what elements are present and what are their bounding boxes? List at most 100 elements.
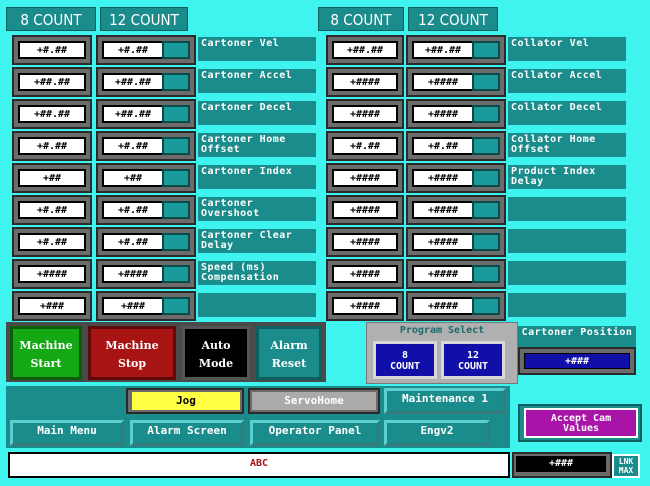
- left-row-5-select-square[interactable]: [162, 201, 190, 219]
- auto-mode-label-2: Mode: [198, 357, 234, 370]
- accept-cam-values-button[interactable]: Accept Cam Values: [524, 408, 638, 438]
- lnk-label: LNK: [618, 457, 634, 466]
- right-row-0-select-square[interactable]: [472, 41, 500, 59]
- left-row-0-select-square[interactable]: [162, 41, 190, 59]
- program-12-count-button[interactable]: 12 COUNT: [441, 341, 505, 379]
- left-row-7-12count-cell: +####: [96, 259, 196, 289]
- main-menu-button[interactable]: Main Menu: [10, 420, 124, 446]
- right-row-2-8count-input[interactable]: +####: [332, 105, 398, 123]
- left-row-3-12count-input[interactable]: +#.##: [102, 137, 164, 155]
- left-row-2-select-square[interactable]: [162, 105, 190, 123]
- machine-start-label-1: Machine: [19, 339, 73, 352]
- cartoner-position-value: +###: [524, 353, 630, 369]
- right-row-7-12count-input[interactable]: +####: [412, 265, 474, 283]
- right-row-4-12count-cell: +####: [406, 163, 506, 193]
- right-row-8-8count-cell: +####: [326, 291, 404, 321]
- left-row-5-8count-cell: +#.##: [12, 195, 92, 225]
- status-value: +###: [516, 456, 606, 472]
- right-row-8-8count-input[interactable]: +####: [332, 297, 398, 315]
- left-row-7-select-square[interactable]: [162, 265, 190, 283]
- right-row-6-label: [508, 229, 626, 253]
- left-row-7-12count-input[interactable]: +####: [102, 265, 164, 283]
- right-row-2-select-square[interactable]: [472, 105, 500, 123]
- right-row-3-12count-input[interactable]: +#.##: [412, 137, 474, 155]
- left-row-0-label: Cartoner Vel: [198, 37, 316, 61]
- right-row-3-12count-cell: +#.##: [406, 131, 506, 161]
- left-row-2-12count-input[interactable]: +##.##: [102, 105, 164, 123]
- header-right-12-count: 12 COUNT: [408, 7, 498, 31]
- maintenance-1-button[interactable]: Maintenance 1: [384, 388, 506, 414]
- right-row-1-12count-input[interactable]: +####: [412, 73, 474, 91]
- right-row-5-12count-input[interactable]: +####: [412, 201, 474, 219]
- right-row-4-12count-input[interactable]: +####: [412, 169, 474, 187]
- left-row-2-8count-input[interactable]: +##.##: [18, 105, 86, 123]
- right-row-1-select-square[interactable]: [472, 73, 500, 91]
- left-row-8-8count-input[interactable]: +###: [18, 297, 86, 315]
- left-row-6-8count-input[interactable]: +#.##: [18, 233, 86, 251]
- header-right-8-count: 8 COUNT: [318, 7, 404, 31]
- program-8-label-1: 8: [401, 350, 409, 361]
- right-row-0-12count-input[interactable]: +##.##: [412, 41, 474, 59]
- left-row-3-8count-input[interactable]: +#.##: [18, 137, 86, 155]
- right-row-7-8count-input[interactable]: +####: [332, 265, 398, 283]
- right-row-8-select-square[interactable]: [472, 297, 500, 315]
- right-row-1-label: Collator Accel: [508, 69, 626, 93]
- right-row-7-select-square[interactable]: [472, 265, 500, 283]
- right-row-5-8count-input[interactable]: +####: [332, 201, 398, 219]
- machine-stop-button[interactable]: Machine Stop: [88, 326, 176, 380]
- max-label: MAX: [618, 466, 634, 475]
- jog-button[interactable]: Jog: [132, 392, 240, 410]
- program-8-label-2: COUNT: [389, 361, 421, 372]
- right-row-5-select-square[interactable]: [472, 201, 500, 219]
- left-row-6-12count-input[interactable]: +#.##: [102, 233, 164, 251]
- left-row-7-label: Speed (ms) Compensation: [198, 261, 316, 285]
- right-row-0-8count-cell: +##.##: [326, 35, 404, 65]
- left-row-2-8count-cell: +##.##: [12, 99, 92, 129]
- right-row-6-8count-input[interactable]: +####: [332, 233, 398, 251]
- machine-start-button[interactable]: Machine Start: [10, 326, 82, 380]
- program-select-panel: Program Select 8 COUNT 12 COUNT: [366, 322, 518, 384]
- right-row-8-12count-input[interactable]: +####: [412, 297, 474, 315]
- left-row-8-12count-cell: +###: [96, 291, 196, 321]
- right-row-6-12count-input[interactable]: +####: [412, 233, 474, 251]
- left-row-4-select-square[interactable]: [162, 169, 190, 187]
- right-row-3-8count-input[interactable]: +#.##: [332, 137, 398, 155]
- left-row-7-8count-input[interactable]: +####: [18, 265, 86, 283]
- header-left-8-count: 8 COUNT: [6, 7, 96, 31]
- machine-start-label-2: Start: [30, 357, 62, 370]
- right-row-2-12count-input[interactable]: +####: [412, 105, 474, 123]
- right-row-4-8count-input[interactable]: +####: [332, 169, 398, 187]
- left-row-0-8count-cell: +#.##: [12, 35, 92, 65]
- program-8-count-button[interactable]: 8 COUNT: [373, 341, 437, 379]
- alarm-screen-button[interactable]: Alarm Screen: [130, 420, 244, 446]
- auto-mode-button[interactable]: Auto Mode: [182, 326, 250, 380]
- left-row-1-select-square[interactable]: [162, 73, 190, 91]
- left-row-6-select-square[interactable]: [162, 233, 190, 251]
- left-row-8-12count-input[interactable]: +###: [102, 297, 164, 315]
- alarm-reset-button[interactable]: Alarm Reset: [256, 326, 322, 380]
- left-row-0-8count-input[interactable]: +#.##: [18, 41, 86, 59]
- left-row-1-12count-input[interactable]: +##.##: [102, 73, 164, 91]
- left-row-1-8count-input[interactable]: +##.##: [18, 73, 86, 91]
- left-row-3-8count-cell: +#.##: [12, 131, 92, 161]
- right-row-2-label: Collator Decel: [508, 101, 626, 125]
- right-row-1-8count-input[interactable]: +####: [332, 73, 398, 91]
- left-row-5-8count-input[interactable]: +#.##: [18, 201, 86, 219]
- engv2-button[interactable]: Engv2: [384, 420, 490, 446]
- right-row-0-8count-input[interactable]: +##.##: [332, 41, 398, 59]
- left-row-0-12count-input[interactable]: +#.##: [102, 41, 164, 59]
- left-row-5-12count-input[interactable]: +#.##: [102, 201, 164, 219]
- left-row-4-12count-input[interactable]: +##: [102, 169, 164, 187]
- left-row-4-8count-input[interactable]: +##: [18, 169, 86, 187]
- left-row-3-select-square[interactable]: [162, 137, 190, 155]
- operator-panel-button[interactable]: Operator Panel: [250, 420, 380, 446]
- right-row-4-select-square[interactable]: [472, 169, 500, 187]
- left-row-8-select-square[interactable]: [162, 297, 190, 315]
- right-row-6-select-square[interactable]: [472, 233, 500, 251]
- right-row-8-label: [508, 293, 626, 317]
- servohome-button[interactable]: ServoHome: [252, 392, 376, 410]
- left-row-3-12count-cell: +#.##: [96, 131, 196, 161]
- left-row-4-12count-cell: +##: [96, 163, 196, 193]
- right-row-3-select-square[interactable]: [472, 137, 500, 155]
- program-12-label-1: 12: [466, 350, 480, 361]
